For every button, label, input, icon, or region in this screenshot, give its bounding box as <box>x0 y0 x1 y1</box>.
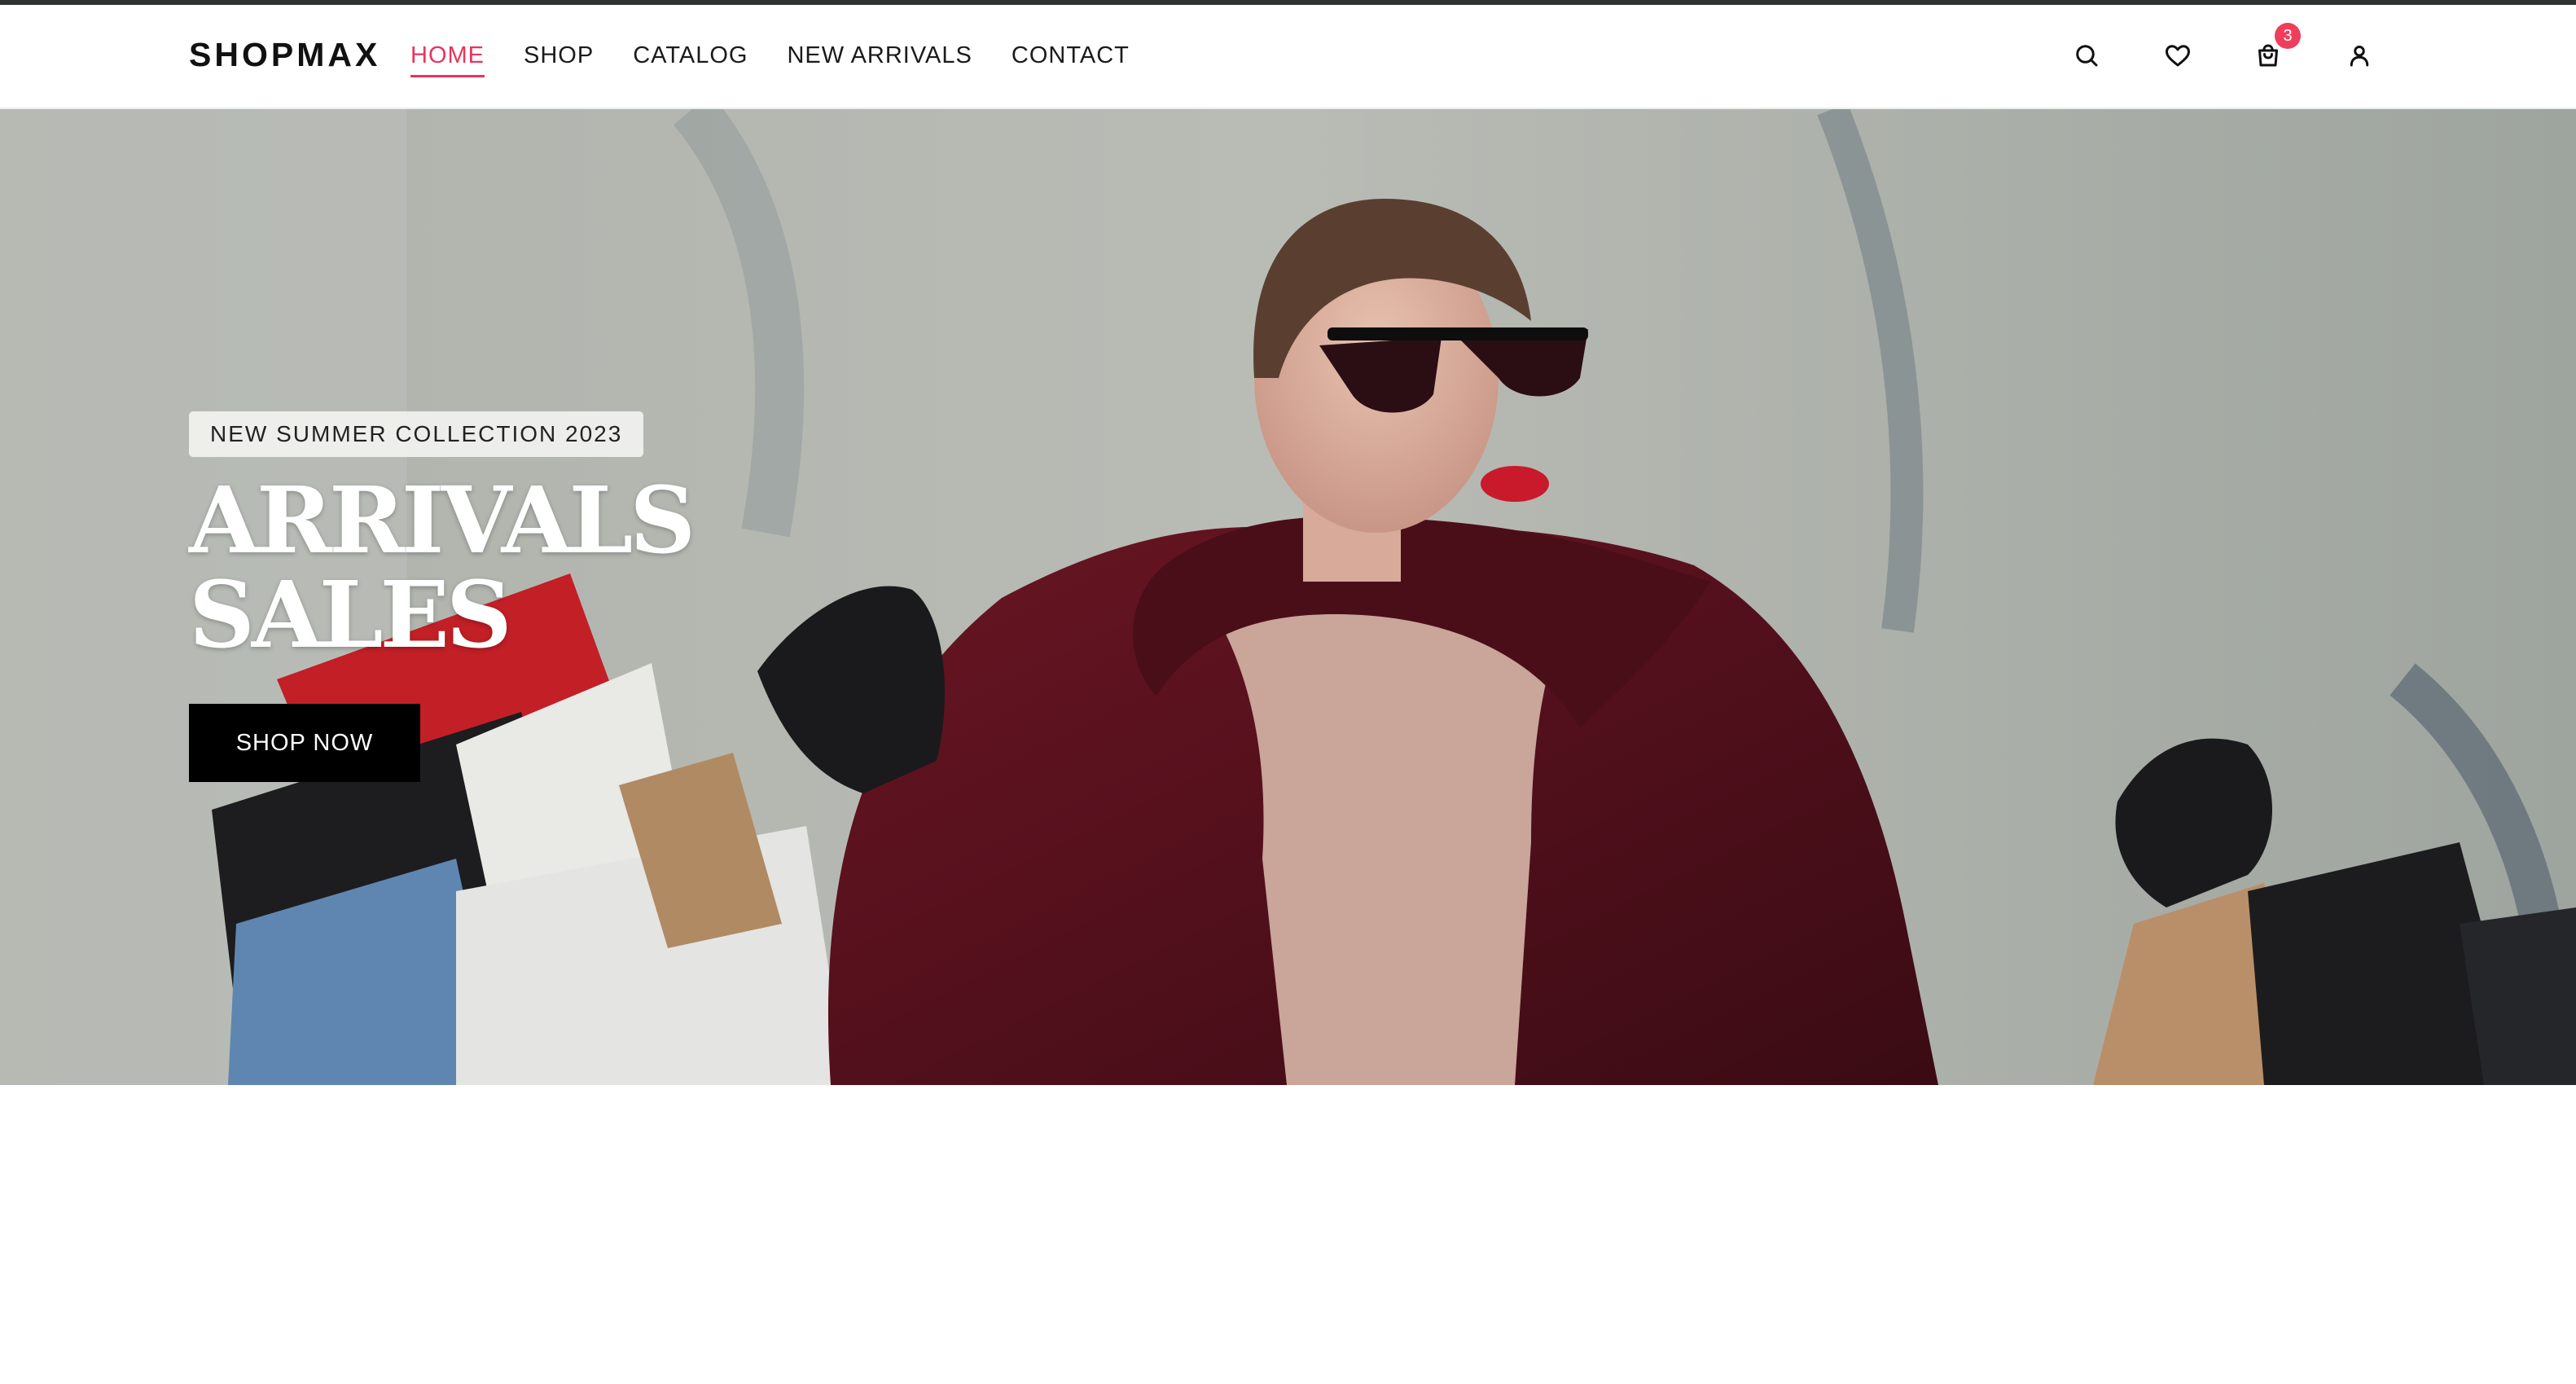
hero-title: ARRIVALS SALES <box>189 468 696 669</box>
cart-count-badge: 3 <box>2275 23 2301 49</box>
hero-banner: NEW SUMMER COLLECTION 2023 ARRIVALS SALE… <box>0 109 2576 1085</box>
shop-now-button[interactable]: SHOP NOW <box>189 704 420 782</box>
nav-item-home[interactable]: HOME <box>410 42 485 77</box>
user-icon <box>2350 46 2369 67</box>
brand-logo[interactable]: SHOPMAX <box>189 36 380 74</box>
search-icon <box>2076 45 2098 67</box>
nav-item-shop[interactable]: SHOP <box>524 42 594 77</box>
heart-icon <box>2166 45 2190 67</box>
search-button[interactable] <box>2069 37 2104 73</box>
site-header: SHOPMAX HOME SHOP CATALOG NEW ARRIVALS C… <box>0 5 2576 109</box>
hero-title-line-2: SALES <box>189 562 512 669</box>
nav-item-catalog[interactable]: CATALOG <box>633 42 748 77</box>
hero-title-line-1: ARRIVALS <box>189 468 696 574</box>
main-nav: HOME SHOP CATALOG NEW ARRIVALS CONTACT <box>410 42 1130 77</box>
nav-item-contact[interactable]: CONTACT <box>1012 42 1130 77</box>
wishlist-button[interactable] <box>2160 37 2196 73</box>
nav-item-new-arrivals[interactable]: NEW ARRIVALS <box>787 42 972 77</box>
account-button[interactable] <box>2341 37 2377 73</box>
hero-collection-tag: NEW SUMMER COLLECTION 2023 <box>189 411 644 457</box>
cart-button[interactable]: 3 <box>2250 23 2301 73</box>
